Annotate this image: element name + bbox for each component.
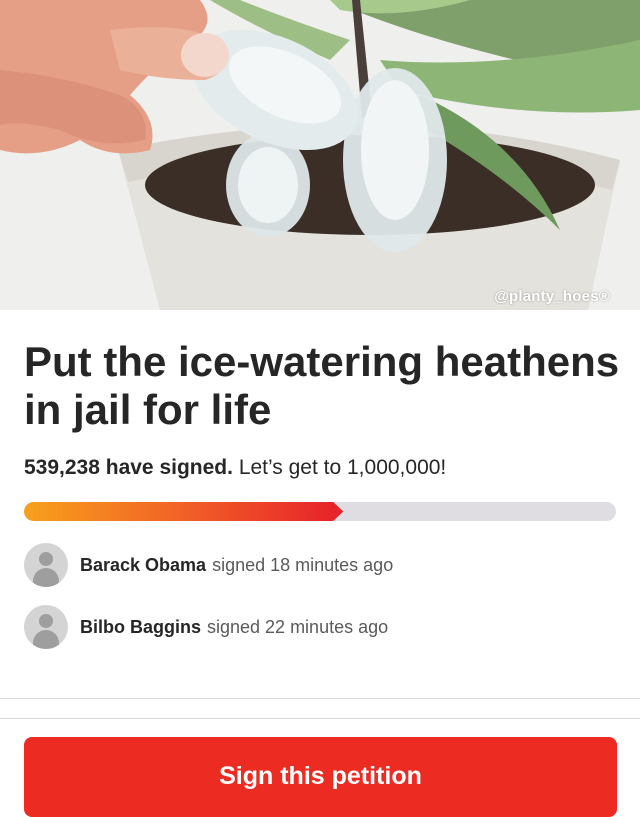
petition-title: Put the ice-watering heathens in jail fo… <box>24 338 620 433</box>
signer-name: Bilbo Baggins <box>80 616 201 637</box>
signature-count-line: 539,238 have signed. Let’s get to 1,000,… <box>24 456 446 480</box>
signer-action: signed 18 minutes ago <box>212 554 394 575</box>
goal-text: Let’s get to 1,000,000! <box>238 456 447 479</box>
recent-signer: Bilbo Baggins signed 22 minutes ago <box>24 605 388 649</box>
progress-fill <box>24 502 343 521</box>
hero-illustration <box>0 0 640 310</box>
divider <box>0 698 640 699</box>
sign-petition-button[interactable]: Sign this petition <box>24 737 617 817</box>
signed-count: 539,238 have signed. <box>24 456 233 479</box>
hero-photo: @planty_hoes® <box>0 0 640 310</box>
default-avatar-icon <box>24 543 68 587</box>
signature-progress-bar <box>24 502 616 521</box>
recent-signer: Barack Obama signed 18 minutes ago <box>24 543 393 587</box>
watermark: @planty_hoes® <box>494 288 610 305</box>
signer-action: signed 22 minutes ago <box>207 616 389 637</box>
signer-name: Barack Obama <box>80 554 207 575</box>
divider <box>0 718 640 719</box>
default-avatar-icon <box>24 605 68 649</box>
